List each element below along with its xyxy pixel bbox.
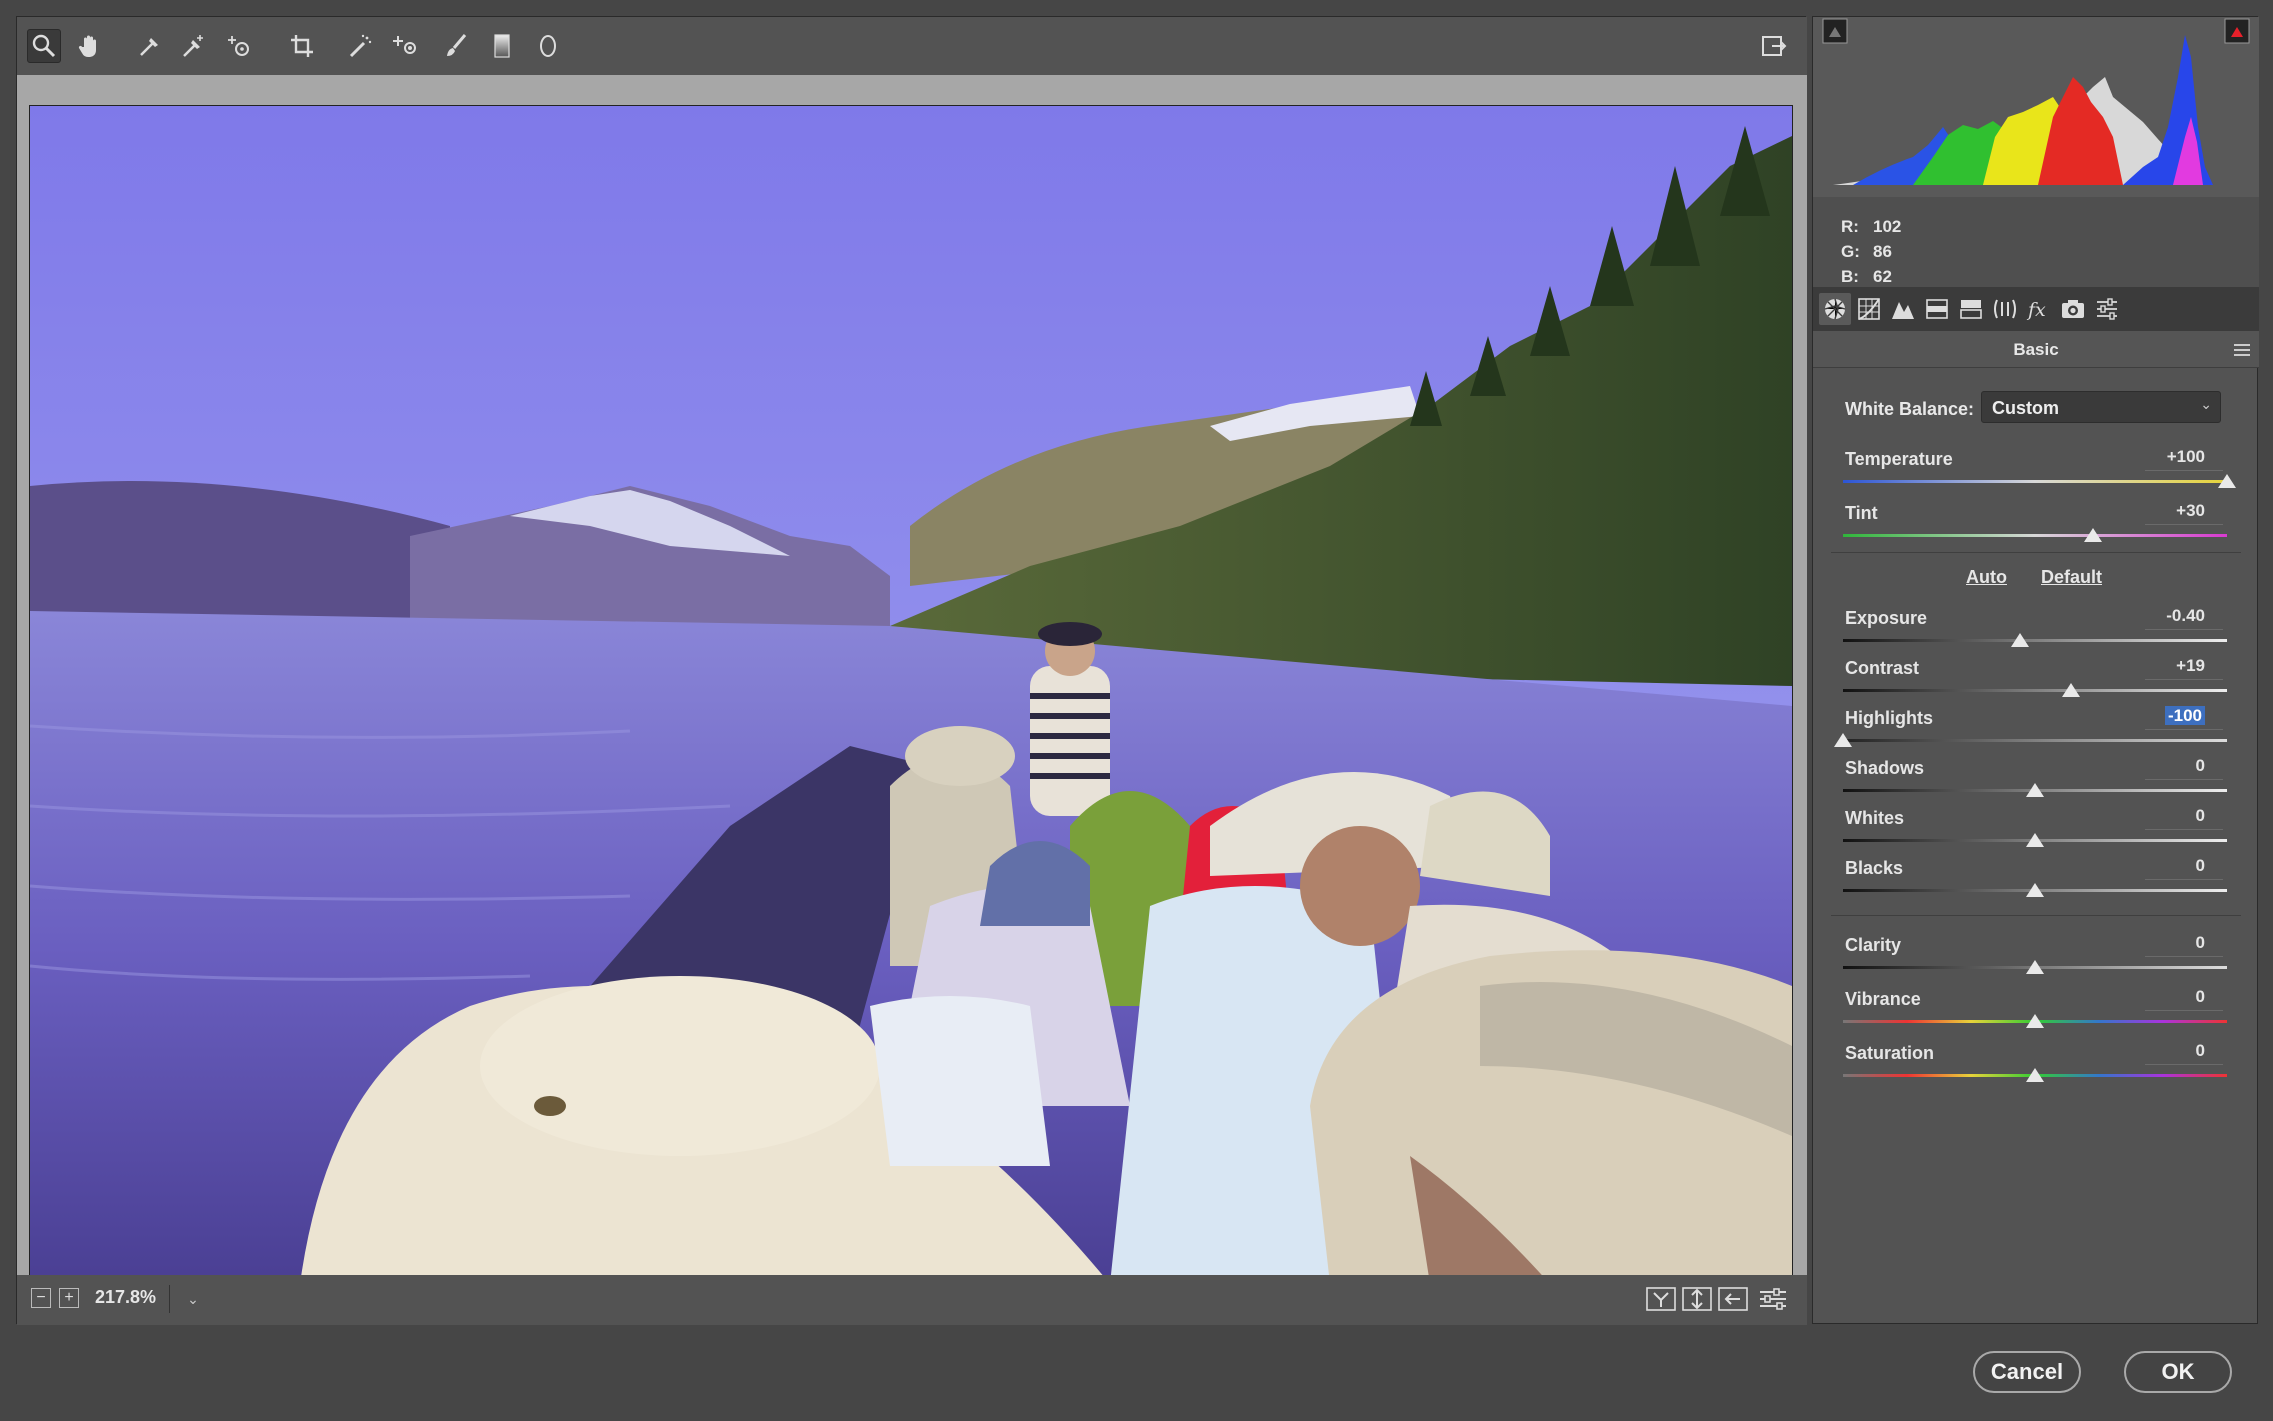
vibrance-value-field[interactable]: 0 — [2145, 987, 2223, 1011]
highlights-slider-track[interactable] — [1843, 739, 2227, 742]
highlights-label: Highlights — [1845, 708, 1933, 728]
photo-preview[interactable] — [29, 105, 1793, 1285]
lens-corrections-tab-icon[interactable] — [1989, 293, 2021, 325]
toolbar — [17, 17, 1807, 75]
blacks-label: Blacks — [1845, 858, 1904, 878]
clarity-label: Clarity — [1845, 935, 1902, 955]
panel-tabs: fx — [1813, 287, 2259, 331]
exposure-label: Exposure — [1845, 608, 1928, 628]
highlights-slider-thumb[interactable] — [1834, 733, 1852, 747]
histogram — [1813, 17, 2259, 197]
preview-workspace: − + 217.8% ⌄ — [16, 16, 1807, 1325]
temperature-value-field[interactable]: +100 — [2145, 447, 2223, 471]
before-after-icon[interactable] — [1645, 1285, 1677, 1313]
white-balance-label: White Balance: — [1845, 399, 1975, 419]
whites-value-field[interactable]: 0 — [2145, 806, 2223, 830]
section-title: Basic — [2013, 340, 2059, 359]
temperature-label: Temperature — [1845, 449, 1953, 469]
contrast-value-field[interactable]: +19 — [2145, 656, 2223, 680]
white-balance-value: Custom — [1992, 398, 2059, 418]
whites-label: Whites — [1845, 808, 1905, 828]
vibrance-label: Vibrance — [1845, 989, 1921, 1009]
section-header: Basic — [1813, 331, 2259, 368]
tint-slider-track[interactable] — [1843, 534, 2227, 537]
hsl-tab-icon[interactable] — [1921, 293, 1953, 325]
exposure-slider-track[interactable] — [1843, 639, 2227, 642]
clarity-slider-thumb[interactable] — [2026, 960, 2044, 974]
blue-readout: B: 62 — [1841, 267, 1892, 286]
exposure-value-field[interactable]: -0.40 — [2145, 606, 2223, 630]
shadows-slider-thumb[interactable] — [2026, 783, 2044, 797]
blacks-value-field[interactable]: 0 — [2145, 856, 2223, 880]
split-toning-tab-icon[interactable] — [1955, 293, 1987, 325]
effects-tab-icon[interactable]: fx — [2023, 293, 2055, 325]
presets-tab-icon[interactable] — [2091, 293, 2123, 325]
tint-slider-thumb[interactable] — [2083, 528, 2102, 542]
white-balance-icon[interactable] — [133, 29, 167, 63]
swap-settings-icon[interactable] — [1681, 1285, 1713, 1313]
saturation-slider-thumb[interactable] — [2026, 1068, 2044, 1082]
zoom-icon[interactable] — [27, 29, 61, 63]
toggle-settings-icon[interactable] — [1757, 1285, 1789, 1313]
highlights-value-field[interactable]: -100 — [2145, 706, 2223, 730]
adjustment-brush-icon[interactable] — [439, 29, 473, 63]
default-button[interactable]: Default — [2041, 567, 2102, 588]
preferences-icon[interactable] — [1757, 29, 1791, 63]
ok-button[interactable]: OK — [2124, 1351, 2232, 1393]
zoom-dropdown[interactable]: ⌄ — [169, 1285, 216, 1313]
red-eye-icon[interactable] — [389, 29, 423, 63]
saturation-value-field[interactable]: 0 — [2145, 1041, 2223, 1065]
zoom-out-button[interactable]: − — [31, 1288, 51, 1308]
spot-removal-icon[interactable] — [343, 29, 377, 63]
radial-filter-icon[interactable] — [531, 29, 565, 63]
blacks-slider-thumb[interactable] — [2026, 883, 2044, 897]
status-bar: − + 217.8% ⌄ — [17, 1275, 1807, 1325]
tone-curve-tab-icon[interactable] — [1853, 293, 1885, 325]
settings-panel: R: 102 G: 86 B: 62 fx Basic White Balanc… — [1812, 16, 2259, 1325]
zoom-level: 217.8% — [95, 1287, 157, 1307]
vibrance-slider-thumb[interactable] — [2026, 1014, 2044, 1028]
auto-button[interactable]: Auto — [1966, 567, 2007, 588]
copy-settings-icon[interactable] — [1717, 1285, 1749, 1313]
red-readout: R: 102 — [1841, 217, 1902, 236]
white-balance-select[interactable]: Custom ⌄ — [1981, 391, 2221, 423]
shadows-value-field[interactable]: 0 — [2145, 756, 2223, 780]
saturation-label: Saturation — [1845, 1043, 1935, 1063]
basic-tab-icon[interactable] — [1819, 293, 1851, 325]
zoom-in-button[interactable]: + — [59, 1288, 79, 1308]
temperature-slider-track[interactable] — [1843, 480, 2227, 483]
camera-calibration-tab-icon[interactable] — [2057, 293, 2089, 325]
hand-icon[interactable] — [73, 29, 107, 63]
contrast-label: Contrast — [1845, 658, 1920, 678]
tint-label: Tint — [1845, 503, 1878, 523]
contrast-slider-thumb[interactable] — [2062, 683, 2081, 697]
tint-value-field[interactable]: +30 — [2145, 501, 2223, 525]
shadows-label: Shadows — [1845, 758, 1925, 778]
chevron-down-icon: ⌄ — [2200, 396, 2212, 412]
exposure-slider-thumb[interactable] — [2010, 633, 2029, 647]
temperature-slider-thumb[interactable] — [2218, 474, 2236, 488]
whites-slider-thumb[interactable] — [2026, 833, 2044, 847]
cancel-button[interactable]: Cancel — [1973, 1351, 2081, 1393]
green-readout: G: 86 — [1841, 242, 1892, 261]
basic-panel: White Balance: Custom ⌄ Temperature +100 T… — [1813, 367, 2259, 1325]
divider — [1831, 915, 2241, 916]
detail-tab-icon[interactable] — [1887, 293, 1919, 325]
rgb-readout: R: 102 G: 86 B: 62 — [1813, 197, 2259, 297]
contrast-slider-track[interactable] — [1843, 689, 2227, 692]
clarity-value-field[interactable]: 0 — [2145, 933, 2223, 957]
divider — [1831, 552, 2241, 553]
panel-menu-icon[interactable] — [2233, 343, 2251, 357]
svg-text:fx: fx — [2026, 299, 2046, 321]
color-sampler-icon[interactable] — [177, 29, 211, 63]
graduated-filter-icon[interactable] — [485, 29, 519, 63]
crop-icon[interactable] — [285, 29, 319, 63]
targeted-adjustment-icon[interactable] — [223, 29, 257, 63]
image-canvas[interactable] — [17, 75, 1807, 1285]
